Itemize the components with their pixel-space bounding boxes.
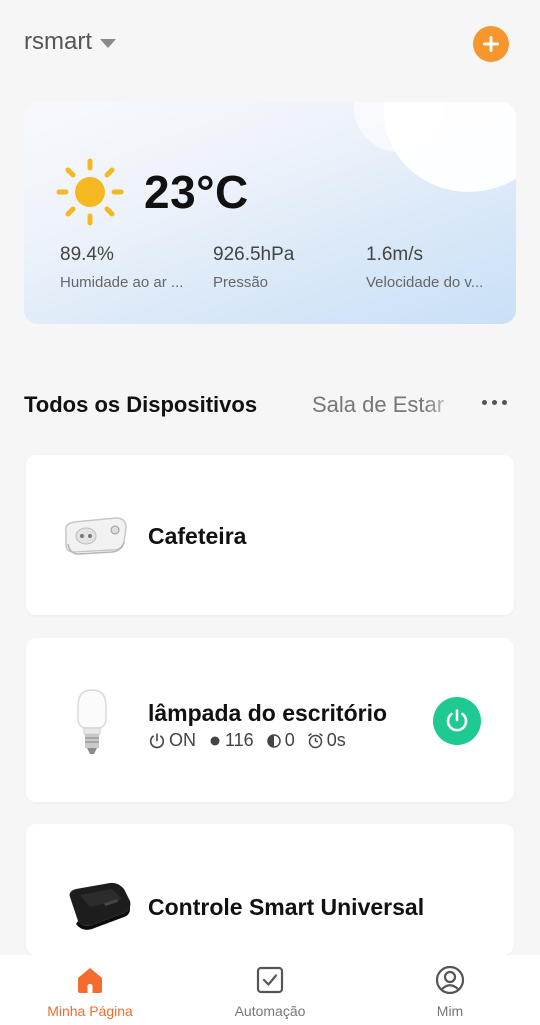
color-temp-status: 0 xyxy=(266,730,295,751)
more-dots-icon xyxy=(501,399,507,405)
more-dots-icon xyxy=(481,399,487,405)
light-bulb-icon xyxy=(77,689,107,754)
power-icon xyxy=(446,709,468,732)
nav-label: Minha Página xyxy=(47,1003,133,1019)
sun-icon xyxy=(56,158,124,226)
stat-value: 89.4% xyxy=(60,244,114,265)
pressure-stat: 926.5hPa Pressão xyxy=(213,244,366,291)
nav-item-automation[interactable]: Automação xyxy=(195,965,345,1019)
device-card-controle[interactable]: Controle Smart Universal xyxy=(26,824,514,955)
device-name: Cafeteira xyxy=(148,523,247,549)
stat-label: Velocidade do v... xyxy=(366,274,484,291)
more-dots-icon xyxy=(491,399,497,405)
device-name: lâmpada do escritório xyxy=(148,700,388,726)
room-tabs: Todos os Dispositivos Sala de Estar xyxy=(24,388,516,424)
brightness-icon xyxy=(210,736,220,745)
wind-speed-stat: 1.6m/s Velocidade do v... xyxy=(366,244,516,291)
power-status: ON xyxy=(148,730,196,751)
smart-plug-icon xyxy=(64,517,127,555)
nav-label: Automação xyxy=(234,1003,306,1019)
nav-item-me[interactable]: Mim xyxy=(375,965,525,1019)
profile-icon xyxy=(435,965,465,995)
stat-value: 926.5hPa xyxy=(213,244,295,265)
contrast-icon xyxy=(266,733,281,748)
weather-card[interactable]: 23°C 89.4% Humidade ao ar ... 926.5hPa P… xyxy=(24,102,516,324)
color-temp-value: 0 xyxy=(284,730,295,750)
power-toggle-button[interactable] xyxy=(433,697,481,745)
power-status-value: ON xyxy=(169,730,196,750)
checkbox-icon xyxy=(256,966,284,994)
alarm-clock-icon xyxy=(307,733,323,749)
brightness-value: 116 xyxy=(225,730,254,750)
home-selector[interactable]: rsmart xyxy=(24,28,116,56)
add-device-button[interactable] xyxy=(473,26,509,62)
timer-value: 0s xyxy=(326,730,346,750)
power-icon xyxy=(149,732,165,748)
device-name: Controle Smart Universal xyxy=(148,894,425,920)
device-card-lampada[interactable]: lâmpada do escritório ON 116 0 0s xyxy=(26,638,514,802)
ir-remote-hub-icon xyxy=(69,882,131,930)
tab-all-devices[interactable]: Todos os Dispositivos xyxy=(24,392,257,418)
stat-value: 1.6m/s xyxy=(366,244,424,265)
stat-label: Pressão xyxy=(213,274,269,291)
tab-living-room[interactable]: Sala de Estar xyxy=(312,392,462,418)
humidity-stat: 89.4% Humidade ao ar ... xyxy=(60,244,213,291)
plus-icon xyxy=(483,36,499,52)
more-button[interactable] xyxy=(476,390,512,414)
timer-status: 0s xyxy=(307,730,346,751)
home-name: rsmart xyxy=(24,28,92,55)
bottom-nav: Minha Página Automação Mim xyxy=(0,955,540,1025)
temperature: 23°C xyxy=(144,166,249,218)
weather-main: 23°C xyxy=(56,158,249,226)
home-icon xyxy=(78,968,102,993)
device-status-row: ON 116 0 0s xyxy=(148,730,358,751)
header: rsmart xyxy=(0,0,540,90)
weather-stats: 89.4% Humidade ao ar ... 926.5hPa Pressã… xyxy=(60,244,516,291)
stat-label: Humidade ao ar ... xyxy=(60,274,184,291)
nav-item-home[interactable]: Minha Página xyxy=(15,965,165,1019)
caret-down-icon xyxy=(100,38,116,48)
nav-label: Mim xyxy=(436,1003,464,1019)
brightness-status: 116 xyxy=(208,730,254,751)
device-card-cafeteira[interactable]: Cafeteira xyxy=(26,455,514,615)
